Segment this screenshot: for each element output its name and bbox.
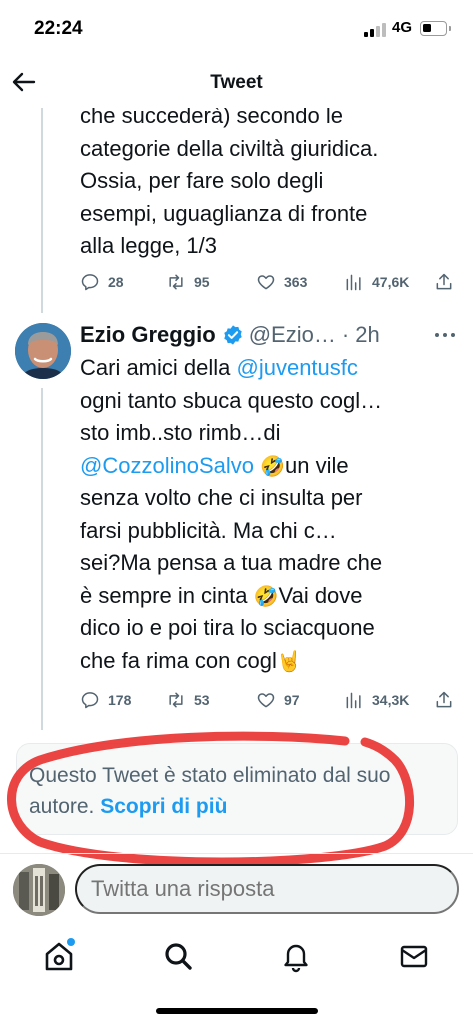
deleted-tweet-notice: Questo Tweet è stato eliminato dal suo a… <box>16 743 458 835</box>
heart-icon <box>257 275 275 290</box>
battery-cap <box>449 26 451 31</box>
mention-link[interactable]: @CozzolinoSalvo <box>80 453 254 478</box>
share-icon <box>436 273 452 290</box>
network-label: 4G <box>392 19 413 36</box>
tweet-text-line: farsi pubblicità. Ma chi c… <box>80 517 337 543</box>
tweet-text-line: sto imb..sto rimb…di <box>80 420 281 445</box>
reply-icon <box>81 692 99 709</box>
home-indicator <box>156 1008 318 1014</box>
top-header: Tweet <box>0 56 473 108</box>
user-avatar[interactable] <box>13 864 65 916</box>
status-bar: 22:24 4G <box>0 0 473 56</box>
previous-tweet-line: alla legge, 1/3 <box>80 233 217 258</box>
thread-line-top <box>41 108 43 313</box>
views-button[interactable]: 47,6K <box>344 269 409 295</box>
more-options-icon[interactable] <box>434 330 456 340</box>
verified-badge-icon <box>223 325 242 345</box>
tweet-time: · 2h <box>341 322 380 347</box>
battery-icon <box>420 21 447 36</box>
nav-messages[interactable] <box>396 938 432 974</box>
views-count: 34,3K <box>372 692 410 708</box>
page-title: Tweet <box>210 72 263 93</box>
heart-icon <box>257 693 275 708</box>
status-time: 22:24 <box>34 18 83 39</box>
previous-tweet-line: esempi, uguaglianza di fronte <box>80 200 368 226</box>
tweet-text-line: dico io e poi tira lo sciacquone <box>80 615 375 640</box>
reply-count: 28 <box>108 274 124 290</box>
author-handle[interactable]: @Ezio… <box>249 322 336 348</box>
deleted-notice-text: Questo Tweet è stato eliminato dal suo a… <box>29 760 449 822</box>
tweet-text-segment: che fa rima con cogl <box>80 647 277 673</box>
views-chart-icon <box>346 692 361 709</box>
author-name[interactable]: Ezio Greggio <box>80 322 216 348</box>
mention-link[interactable]: @juventusfc <box>237 355 358 380</box>
previous-tweet-actions: 28 95 363 47,6K <box>80 269 460 295</box>
thread-line-bottom <box>41 388 43 730</box>
tweet-text-line: senza volto che ci insulta per <box>80 485 363 510</box>
rock-hand-emoji: 🤘 <box>276 648 302 673</box>
signal-icon <box>364 23 386 37</box>
retweet-icon <box>169 274 183 290</box>
main-tweet-text: Cari amici della @juventusfc ogni tanto … <box>80 352 465 677</box>
like-count: 97 <box>284 692 300 708</box>
main-tweet-actions: 178 53 97 34,3K <box>80 687 460 713</box>
retweet-button[interactable]: 95 <box>166 269 210 295</box>
views-chart-icon <box>346 274 361 291</box>
previous-tweet-text: che succederà) secondo le categorie dell… <box>80 100 465 263</box>
tweet-text-segment: un vile <box>285 452 349 478</box>
search-icon <box>165 943 192 970</box>
author-avatar[interactable] <box>15 323 71 379</box>
like-count: 363 <box>284 274 308 290</box>
tweet-text-segment: Cari amici della <box>80 355 237 380</box>
author-row: Ezio Greggio @Ezio… · 2h <box>80 320 380 350</box>
previous-tweet-line: categorie della civiltà giuridica. <box>80 135 379 161</box>
share-button[interactable] <box>434 687 454 713</box>
previous-tweet-line: Ossia, per fare solo degli <box>80 168 324 193</box>
nav-search[interactable] <box>160 938 196 974</box>
tweet-text-segment: è sempre in cinta <box>80 582 254 608</box>
bell-icon <box>284 944 308 973</box>
reply-input[interactable] <box>75 864 459 914</box>
retweet-count: 95 <box>194 274 210 290</box>
reply-count: 178 <box>108 692 132 708</box>
share-icon <box>436 691 452 708</box>
like-button[interactable]: 363 <box>256 269 307 295</box>
views-count: 47,6K <box>372 274 410 290</box>
tweet-text-segment: Vai dove <box>278 582 363 608</box>
views-button[interactable]: 34,3K <box>344 687 409 713</box>
laughing-emoji: 🤣 <box>253 583 279 608</box>
nav-notifications[interactable] <box>278 938 314 974</box>
like-button[interactable]: 97 <box>256 687 300 713</box>
reply-button[interactable]: 178 <box>80 687 131 713</box>
user-avatar-image <box>13 864 65 916</box>
reply-divider <box>0 853 473 854</box>
learn-more-link[interactable]: Scopri di più <box>100 795 227 818</box>
retweet-icon <box>169 692 183 708</box>
laughing-emoji: 🤣 <box>260 453 286 478</box>
reply-icon <box>81 274 99 291</box>
notification-dot <box>67 938 75 946</box>
mail-icon <box>400 945 428 968</box>
tweet-text-line: ogni tanto sbuca questo cogl… <box>80 387 383 413</box>
author-avatar-image <box>15 323 71 379</box>
retweet-count: 53 <box>194 692 210 708</box>
nav-home[interactable] <box>41 938 77 974</box>
retweet-button[interactable]: 53 <box>166 687 210 713</box>
share-button[interactable] <box>434 269 454 295</box>
tweet-text-line: sei?Ma pensa a tua madre che <box>80 550 383 575</box>
reply-button[interactable]: 28 <box>80 269 124 295</box>
